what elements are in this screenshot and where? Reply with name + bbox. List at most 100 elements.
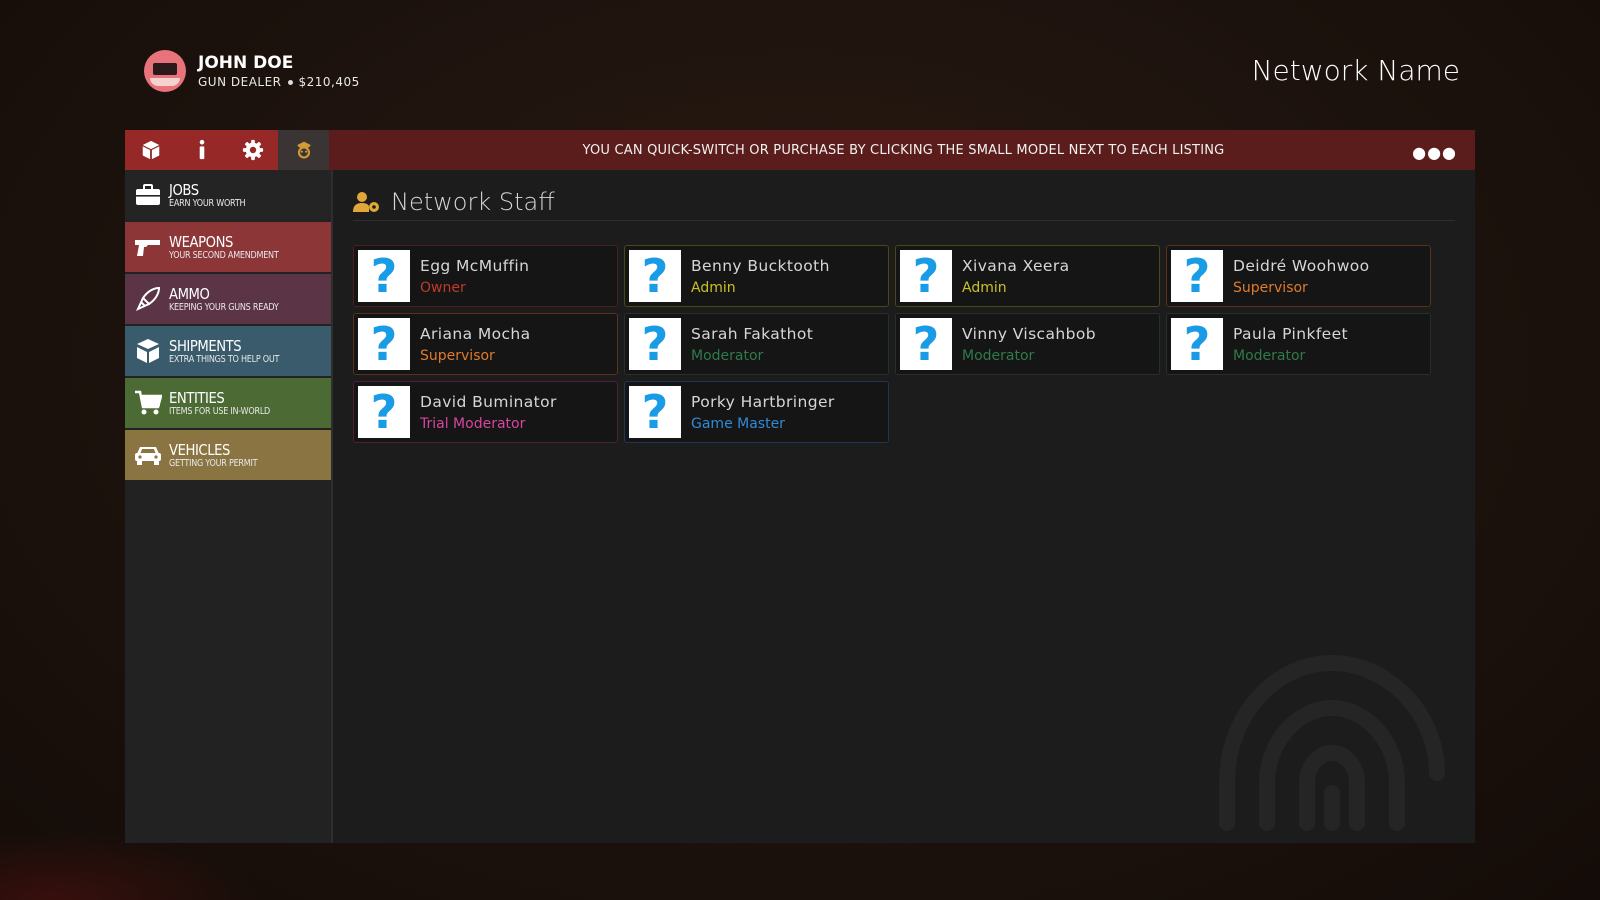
staff-role: Supervisor [420,347,495,364]
staff-name: Sarah Fakathot [691,324,814,343]
question-mark-icon: ? [370,385,398,439]
category-title: VEHICLES [169,440,230,459]
staff-badge-icon [296,141,311,159]
staff-avatar: ? [900,318,952,370]
staff-info: Sarah Fakathot Moderator [691,325,813,364]
category-subtitle: EARN YOUR WORTH [169,197,246,209]
question-mark-icon: ? [1183,317,1211,371]
question-mark-icon: ? [912,317,940,371]
staff-info: David Buminator Trial Moderator [420,393,557,432]
staff-card[interactable]: ? Porky Hartbringer Game Master [624,381,889,443]
category-sidebar: JOBS EARN YOUR WORTH WEAPONS YOUR SECOND A… [125,170,333,843]
staff-card[interactable]: ? Sarah Fakathot Moderator [624,313,889,375]
bullet-icon [135,286,161,312]
tip-banner: YOU CAN QUICK-SWITCH OR PURCHASE BY CLIC… [582,142,1225,158]
question-mark-icon: ? [641,317,669,371]
f4-menu-window: YOU CAN QUICK-SWITCH OR PURCHASE BY CLIC… [125,130,1475,843]
staff-name: Paula Pinkfeet [1233,324,1349,343]
staff-card[interactable]: ? Egg McMuffin Owner [353,245,618,307]
staff-info: Vinny Viscahbob Moderator [962,325,1096,364]
staff-avatar: ? [629,386,681,438]
staff-role: Trial Moderator [420,415,526,432]
staff-card[interactable]: ? Paula Pinkfeet Moderator [1166,313,1431,375]
category-title: JOBS [169,180,199,199]
staff-card[interactable]: ? Vinny Viscahbob Moderator [895,313,1160,375]
staff-info: Egg McMuffin Owner [420,257,529,296]
tab-shop[interactable] [125,130,176,170]
fingerprint-watermark-icon [1219,654,1445,831]
sidebar-item-shipments[interactable]: SHIPMENTS EXTRA THINGS TO HELP OUT [125,326,331,376]
tab-settings[interactable] [227,130,278,170]
question-mark-icon: ? [641,249,669,303]
category-subtitle: YOUR SECOND AMENDMENT [169,249,279,261]
player-job: GUN DEALER [198,75,282,89]
sidebar-item-weapons[interactable]: WEAPONS YOUR SECOND AMENDMENT [125,222,331,272]
staff-role: Supervisor [1233,279,1308,296]
info-icon [199,139,204,160]
staff-avatar: ? [358,318,410,370]
staff-info: Xivana Xeera Admin [962,257,1070,296]
player-money: $210,405 [298,75,360,89]
staff-card[interactable]: ? Benny Bucktooth Admin [624,245,889,307]
page-title: Network Staff [391,188,555,216]
sidebar-item-entities[interactable]: ENTITIES ITEMS FOR USE IN-WORLD [125,378,331,428]
staff-name: Ariana Mocha [420,324,531,343]
box-icon [142,140,159,160]
category-title: SHIPMENTS [169,336,242,355]
cart-icon [135,390,162,415]
staff-name: Porky Hartbringer [691,392,835,411]
question-mark-icon: ? [370,317,398,371]
more-options-icon[interactable]: ●●● [1412,143,1457,162]
category-title: ENTITIES [169,388,225,407]
category-subtitle: ITEMS FOR USE IN-WORLD [169,405,271,417]
staff-role: Moderator [962,347,1035,364]
player-details: GUN DEALER $210,405 [198,75,360,89]
boxes-icon [137,339,159,363]
briefcase-icon [136,184,160,205]
sidebar-item-jobs[interactable]: JOBS EARN YOUR WORTH [125,170,331,220]
staff-card[interactable]: ? Ariana Mocha Supervisor [353,313,618,375]
staff-info: Ariana Mocha Supervisor [420,325,531,364]
separator-dot-icon [287,79,293,85]
staff-name: Deidré Woohwoo [1233,256,1370,275]
staff-grid: ? Egg McMuffin Owner? Benny Bucktooth Admin?… [353,245,1431,443]
staff-role: Game Master [691,415,785,432]
category-subtitle: KEEPING YOUR GUNS READY [169,301,279,313]
staff-name: Benny Bucktooth [691,256,830,275]
sidebar-item-ammo[interactable]: AMMO KEEPING YOUR GUNS READY [125,274,331,324]
staff-card[interactable]: ? Deidré Woohwoo Supervisor [1166,245,1431,307]
staff-role: Admin [691,279,736,296]
category-title: AMMO [169,284,210,303]
staff-info: Benny Bucktooth Admin [691,257,830,296]
staff-name: Egg McMuffin [420,256,530,275]
question-mark-icon: ? [1183,249,1211,303]
staff-name: Xivana Xeera [962,256,1070,275]
staff-avatar: ? [358,250,410,302]
pistol-icon [135,240,160,256]
staff-card[interactable]: ? David Buminator Trial Moderator [353,381,618,443]
staff-name: Vinny Viscahbob [962,324,1096,343]
avatar [144,50,186,92]
car-icon [135,447,161,465]
sidebar-item-vehicles[interactable]: VEHICLES GETTING YOUR PERMIT [125,430,331,480]
section-heading: Network Staff [353,184,1455,221]
staff-avatar: ? [900,250,952,302]
staff-avatar: ? [358,386,410,438]
staff-info: Deidré Woohwoo Supervisor [1233,257,1370,296]
staff-avatar: ? [1171,318,1223,370]
staff-avatar: ? [629,250,681,302]
question-mark-icon: ? [370,249,398,303]
staff-info: Porky Hartbringer Game Master [691,393,835,432]
question-mark-icon: ? [912,249,940,303]
user-gear-icon [353,192,379,212]
tab-info[interactable] [176,130,227,170]
question-mark-icon: ? [641,385,669,439]
top-bar: YOU CAN QUICK-SWITCH OR PURCHASE BY CLIC… [125,130,1475,170]
staff-info: Paula Pinkfeet Moderator [1233,325,1348,364]
staff-avatar: ? [629,318,681,370]
staff-role: Admin [962,279,1007,296]
staff-card[interactable]: ? Xivana Xeera Admin [895,245,1160,307]
staff-name: David Buminator [420,392,557,411]
staff-role: Owner [420,279,466,296]
tab-staff[interactable] [278,130,329,170]
